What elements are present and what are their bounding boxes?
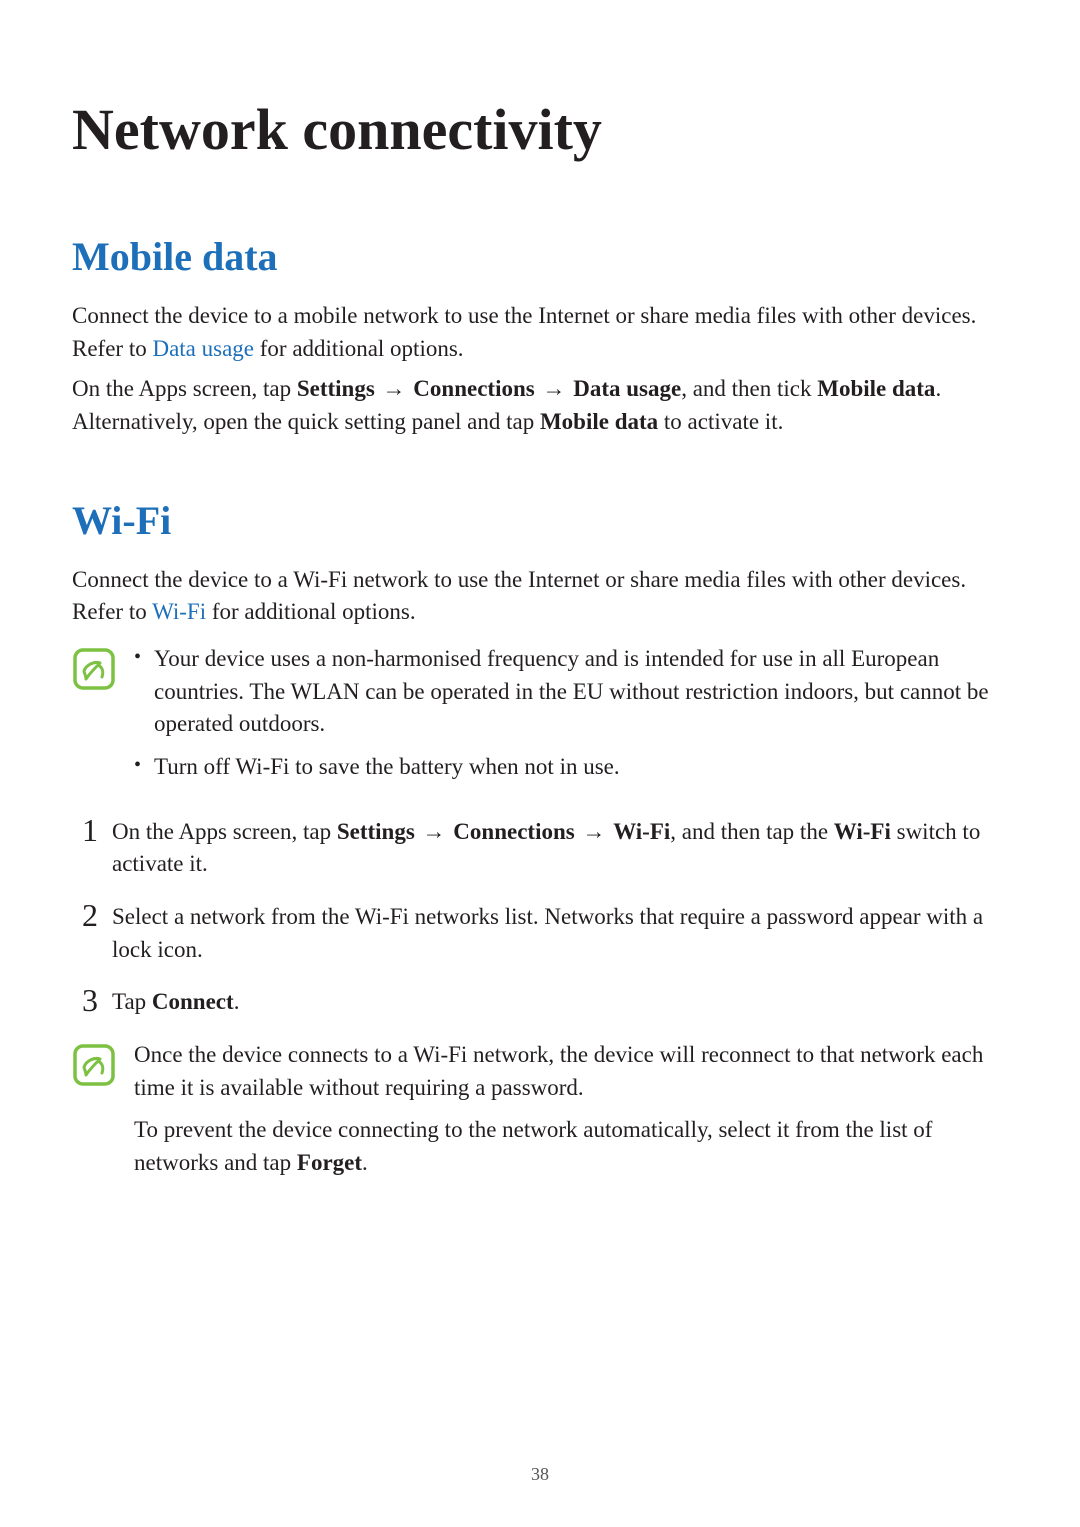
- text: On the Apps screen, tap: [112, 819, 337, 844]
- text: , and then tick: [681, 376, 817, 401]
- text: .: [362, 1150, 368, 1175]
- step-item: 2 Select a network from the Wi-Fi networ…: [72, 901, 1008, 966]
- note-bullet: Turn off Wi-Fi to save the battery when …: [134, 751, 1008, 784]
- mobile-data-label: Mobile data: [817, 376, 935, 401]
- step-number: 2: [72, 899, 98, 931]
- mobile-data-heading: Mobile data: [72, 233, 1008, 280]
- settings-label: Settings: [337, 819, 415, 844]
- connect-label: Connect: [152, 989, 234, 1014]
- wifi-section: Wi-Fi Connect the device to a Wi-Fi netw…: [72, 497, 1008, 1190]
- note-paragraph: To prevent the device connecting to the …: [134, 1114, 1008, 1179]
- text: Tap: [112, 989, 152, 1014]
- note-block: Your device uses a non-harmonised freque…: [72, 643, 1008, 794]
- wifi-intro: Connect the device to a Wi-Fi network to…: [72, 564, 1008, 629]
- note-bullet: Your device uses a non-harmonised freque…: [134, 643, 1008, 741]
- data-usage-label: Data usage: [573, 376, 681, 401]
- wifi-heading: Wi-Fi: [72, 497, 1008, 544]
- mobile-data-label: Mobile data: [540, 409, 658, 434]
- note-paragraph: Once the device connects to a Wi-Fi netw…: [134, 1039, 1008, 1104]
- mobile-data-instructions: On the Apps screen, tap Settings → Conne…: [72, 373, 1008, 438]
- forget-label: Forget: [297, 1150, 362, 1175]
- text: for additional options.: [254, 336, 464, 361]
- mobile-data-intro: Connect the device to a mobile network t…: [72, 300, 1008, 365]
- mobile-data-section: Mobile data Connect the device to a mobi…: [72, 233, 1008, 439]
- settings-label: Settings: [297, 376, 375, 401]
- step-text: Select a network from the Wi-Fi networks…: [112, 901, 1008, 966]
- text: to activate it.: [658, 409, 783, 434]
- text: To prevent the device connecting to the …: [134, 1117, 932, 1175]
- step-number: 1: [72, 814, 98, 846]
- arrow-icon: →: [580, 819, 607, 844]
- step-number: 3: [72, 984, 98, 1016]
- data-usage-link[interactable]: Data usage: [152, 336, 254, 361]
- wifi-label: Wi-Fi: [613, 819, 670, 844]
- arrow-icon: →: [540, 376, 567, 401]
- note-block: Once the device connects to a Wi-Fi netw…: [72, 1039, 1008, 1190]
- wifi-label: Wi-Fi: [834, 819, 891, 844]
- connections-label: Connections: [413, 376, 534, 401]
- note-icon: [72, 647, 116, 696]
- text: On the Apps screen, tap: [72, 376, 297, 401]
- arrow-icon: →: [381, 376, 408, 401]
- text: , and then tap the: [670, 819, 834, 844]
- note-icon: [72, 1043, 116, 1092]
- text: .: [234, 989, 240, 1014]
- wifi-link[interactable]: Wi-Fi: [152, 599, 206, 624]
- step-item: 3 Tap Connect.: [72, 986, 1008, 1019]
- page-title: Network connectivity: [72, 96, 1008, 163]
- steps-list: 1 On the Apps screen, tap Settings → Con…: [72, 816, 1008, 1019]
- page-number: 38: [0, 1464, 1080, 1485]
- connections-label: Connections: [453, 819, 574, 844]
- step-item: 1 On the Apps screen, tap Settings → Con…: [72, 816, 1008, 881]
- text: for additional options.: [206, 599, 416, 624]
- arrow-icon: →: [421, 819, 448, 844]
